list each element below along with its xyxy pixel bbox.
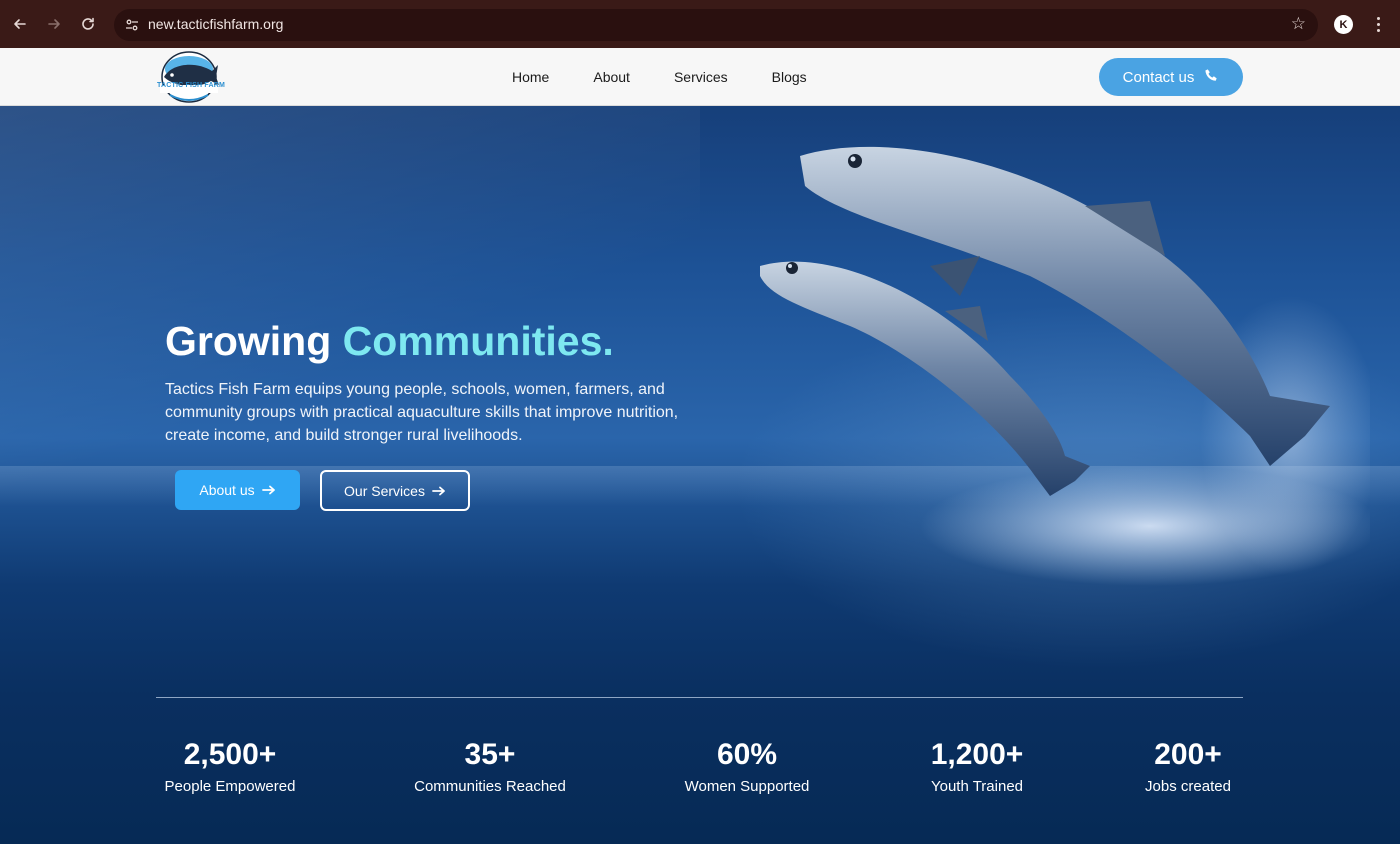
our-services-button[interactable]: Our Services [320, 470, 470, 511]
stat-jobs-created: 200+ Jobs created [1118, 738, 1258, 795]
back-icon[interactable] [8, 12, 32, 36]
site-logo[interactable] [156, 51, 222, 103]
stat-label: Communities Reached [414, 778, 566, 795]
reload-icon[interactable] [76, 12, 100, 36]
more-options-icon[interactable] [1370, 14, 1386, 34]
browser-toolbar: new.tacticfishfarm.org ☆ K [0, 0, 1400, 48]
stat-label: Jobs created [1145, 778, 1231, 795]
stat-label: Women Supported [684, 778, 810, 795]
arrow-right-icon [432, 483, 446, 499]
url-text: new.tacticfishfarm.org [148, 16, 284, 32]
about-us-button-label: About us [199, 482, 255, 498]
stat-women-supported: 60% Women Supported [667, 738, 827, 795]
arrow-right-icon [261, 482, 276, 498]
hero-title: Growing Communities. [165, 318, 614, 365]
our-services-button-label: Our Services [344, 482, 425, 499]
site-header: TACTIC FISH FARM Home About Services Blo… [0, 48, 1400, 106]
stat-value: 2,500+ [183, 738, 277, 771]
hero-section: Growing Communities. Tactics Fish Farm e… [0, 106, 1400, 844]
star-icon[interactable]: ☆ [1291, 14, 1306, 34]
stat-value: 60% [716, 738, 778, 771]
nav-blogs[interactable]: Blogs [750, 69, 829, 85]
hero-title-accent: Communities. [342, 318, 614, 364]
stat-label: People Empowered [164, 778, 296, 795]
about-us-button[interactable]: About us [175, 470, 300, 510]
leaping-salmon-image [760, 146, 1370, 586]
forward-icon[interactable] [42, 12, 66, 36]
extension-icon[interactable]: K [1334, 15, 1353, 34]
stat-communities-reached: 35+ Communities Reached [400, 738, 580, 795]
hero-title-main: Growing [165, 318, 332, 364]
stat-people-empowered: 2,500+ People Empowered [150, 738, 310, 795]
contact-button-label: Contact us [1122, 68, 1195, 86]
site-info-icon[interactable] [122, 15, 142, 35]
stat-label: Youth Trained [930, 778, 1024, 795]
logo-text: TACTIC FISH FARM [157, 82, 226, 89]
main-nav: Home About Services Blogs [490, 48, 829, 106]
stat-youth-trained: 1,200+ Youth Trained [897, 738, 1057, 795]
nav-about[interactable]: About [571, 69, 652, 85]
stats-divider [156, 697, 1243, 698]
stat-value: 1,200+ [930, 738, 1024, 771]
stat-value: 35+ [464, 738, 516, 771]
hero-description: Tactics Fish Farm equips young people, s… [165, 381, 679, 444]
nav-services[interactable]: Services [652, 69, 750, 85]
address-bar[interactable]: new.tacticfishfarm.org ☆ [114, 9, 1318, 41]
stat-value: 200+ [1154, 738, 1222, 771]
contact-button[interactable]: Contact us [1099, 58, 1243, 96]
phone-icon [1204, 68, 1219, 87]
nav-home[interactable]: Home [490, 69, 571, 85]
